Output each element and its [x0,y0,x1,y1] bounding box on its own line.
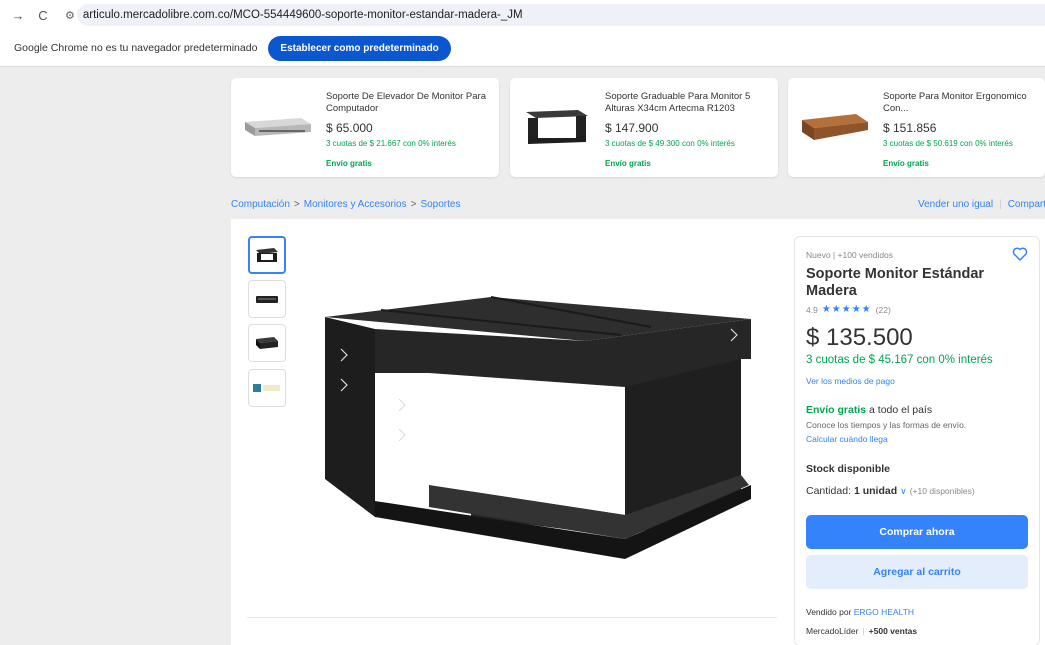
product-main-image [325,296,751,559]
sell-share-links: Vender uno igual | Compartir [918,199,1045,210]
recommended-installments: 3 cuotas de $ 49.300 con 0% interés [605,139,735,148]
stock-status: Stock disponible [806,463,891,475]
breadcrumb-link[interactable]: Monitores y Accesorios [304,199,407,210]
product-thumbnail [245,118,311,136]
gallery-thumbnail[interactable] [248,236,286,274]
share-link[interactable]: Compartir [1008,199,1045,210]
recommended-shipping: Envío gratis [605,159,651,168]
gallery-thumbnail[interactable] [248,280,286,318]
product-thumbnail [526,110,588,144]
calculate-delivery-link[interactable]: Calcular cuándo llega [806,434,888,444]
browser-address-bar: → C ⚙ articulo.mercadolibre.com.co/MCO-5… [0,0,1045,30]
seller-info: Vendido por ERGO HEALTH [806,607,914,617]
default-browser-message: Google Chrome no es tu navegador predete… [14,42,258,54]
installments: 3 cuotas de $ 45.167 con 0% interés [806,354,993,366]
quantity-label: Cantidad: [806,485,851,497]
sell-same-link[interactable]: Vender uno igual [918,199,993,210]
breadcrumb-separator: > [293,199,300,210]
recommended-title: Soporte Para Monitor Ergonomico Con... [883,91,1027,114]
recommended-shipping: Envío gratis [883,159,929,168]
url-text: articulo.mercadolibre.com.co/MCO-5544496… [82,9,523,21]
quantity-selector[interactable]: Cantidad: 1 unidad ∨ (+10 disponibles) [806,485,975,497]
brand-logo-thumbnail [253,384,280,392]
recommended-installments: 3 cuotas de $ 50.619 con 0% interés [883,139,1013,148]
thumbnail-image [256,296,278,303]
seller-sales: +500 ventas [868,626,918,636]
reload-icon[interactable]: C [33,8,53,23]
recommended-card[interactable]: Soporte Para Monitor Ergonomico Con... $… [788,78,1045,177]
recommended-card[interactable]: Soporte Graduable Para Monitor 5 Alturas… [510,78,778,177]
url-field[interactable]: articulo.mercadolibre.com.co/MCO-5544496… [76,4,1045,26]
seller-reputation: MercadoLíder | +500 ventas [806,626,918,636]
shipping-info: Envío gratis a todo el país [806,404,932,416]
mercadolider-badge: MercadoLíder [806,626,859,636]
gallery-thumbnail[interactable] [248,369,286,407]
free-shipping: Envío gratis [806,404,867,416]
thumbnail-image [256,337,278,349]
review-count: (22) [875,304,891,315]
default-browser-infobar: Google Chrome no es tu navegador predete… [0,30,1045,67]
gallery-thumbnail[interactable] [248,324,286,362]
rating[interactable]: 4.9 ★★★★★ (22) [806,304,891,315]
site-settings-icon[interactable]: ⚙ [65,9,75,22]
payment-methods-link[interactable]: Ver los medios de pago [806,376,895,386]
thumbnail-image [256,248,278,262]
breadcrumb-separator: > [410,199,417,210]
add-to-cart-button[interactable]: Agregar al carrito [806,555,1028,589]
product-thumbnail [802,114,868,140]
recommended-price: $ 65.000 [326,121,373,135]
recommended-card[interactable]: Soporte De Elevador De Monitor Para Comp… [231,78,499,177]
recommended-title: Soporte De Elevador De Monitor Para Comp… [326,91,486,114]
breadcrumb-link[interactable]: Computación [231,199,290,210]
product-price: $ 135.500 [806,324,913,351]
recommended-installments: 3 cuotas de $ 21.667 con 0% interés [326,139,456,148]
chevron-down-icon: ∨ [900,485,907,496]
breadcrumb-link[interactable]: Soportes [420,199,460,210]
recommended-shipping: Envío gratis [326,159,372,168]
shipping-scope: a todo el país [866,404,933,416]
forward-icon[interactable]: → [8,8,28,23]
recommended-price: $ 151.856 [883,121,937,135]
set-default-button[interactable]: Establecer como predeterminado [268,35,451,61]
breadcrumb: Computación > Monitores y Accesorios > S… [231,199,460,210]
product-panel: Nuevo | +100 vendidos Soporte Monitor Es… [231,219,1045,645]
quantity-value: 1 unidad [853,485,898,497]
condition-sales: Nuevo | +100 vendidos [806,250,894,260]
rating-value: 4.9 [806,304,818,315]
buy-now-button[interactable]: Comprar ahora [806,515,1028,549]
shipping-note: Conoce los tiempos y las formas de envío… [806,420,967,430]
star-icons: ★★★★★ [821,304,872,315]
seller-link[interactable]: ERGO HEALTH [854,607,914,617]
product-title: Soporte Monitor Estándar Madera [806,266,985,299]
heart-icon[interactable] [1011,245,1029,263]
seller-prefix: Vendido por [806,607,854,617]
recommended-title: Soporte Graduable Para Monitor 5 Alturas… [605,91,751,114]
section-divider [247,617,777,618]
buy-box: Nuevo | +100 vendidos Soporte Monitor Es… [794,236,1040,645]
quantity-available: (+10 disponibles) [909,486,975,496]
recommended-price: $ 147.900 [605,121,659,135]
